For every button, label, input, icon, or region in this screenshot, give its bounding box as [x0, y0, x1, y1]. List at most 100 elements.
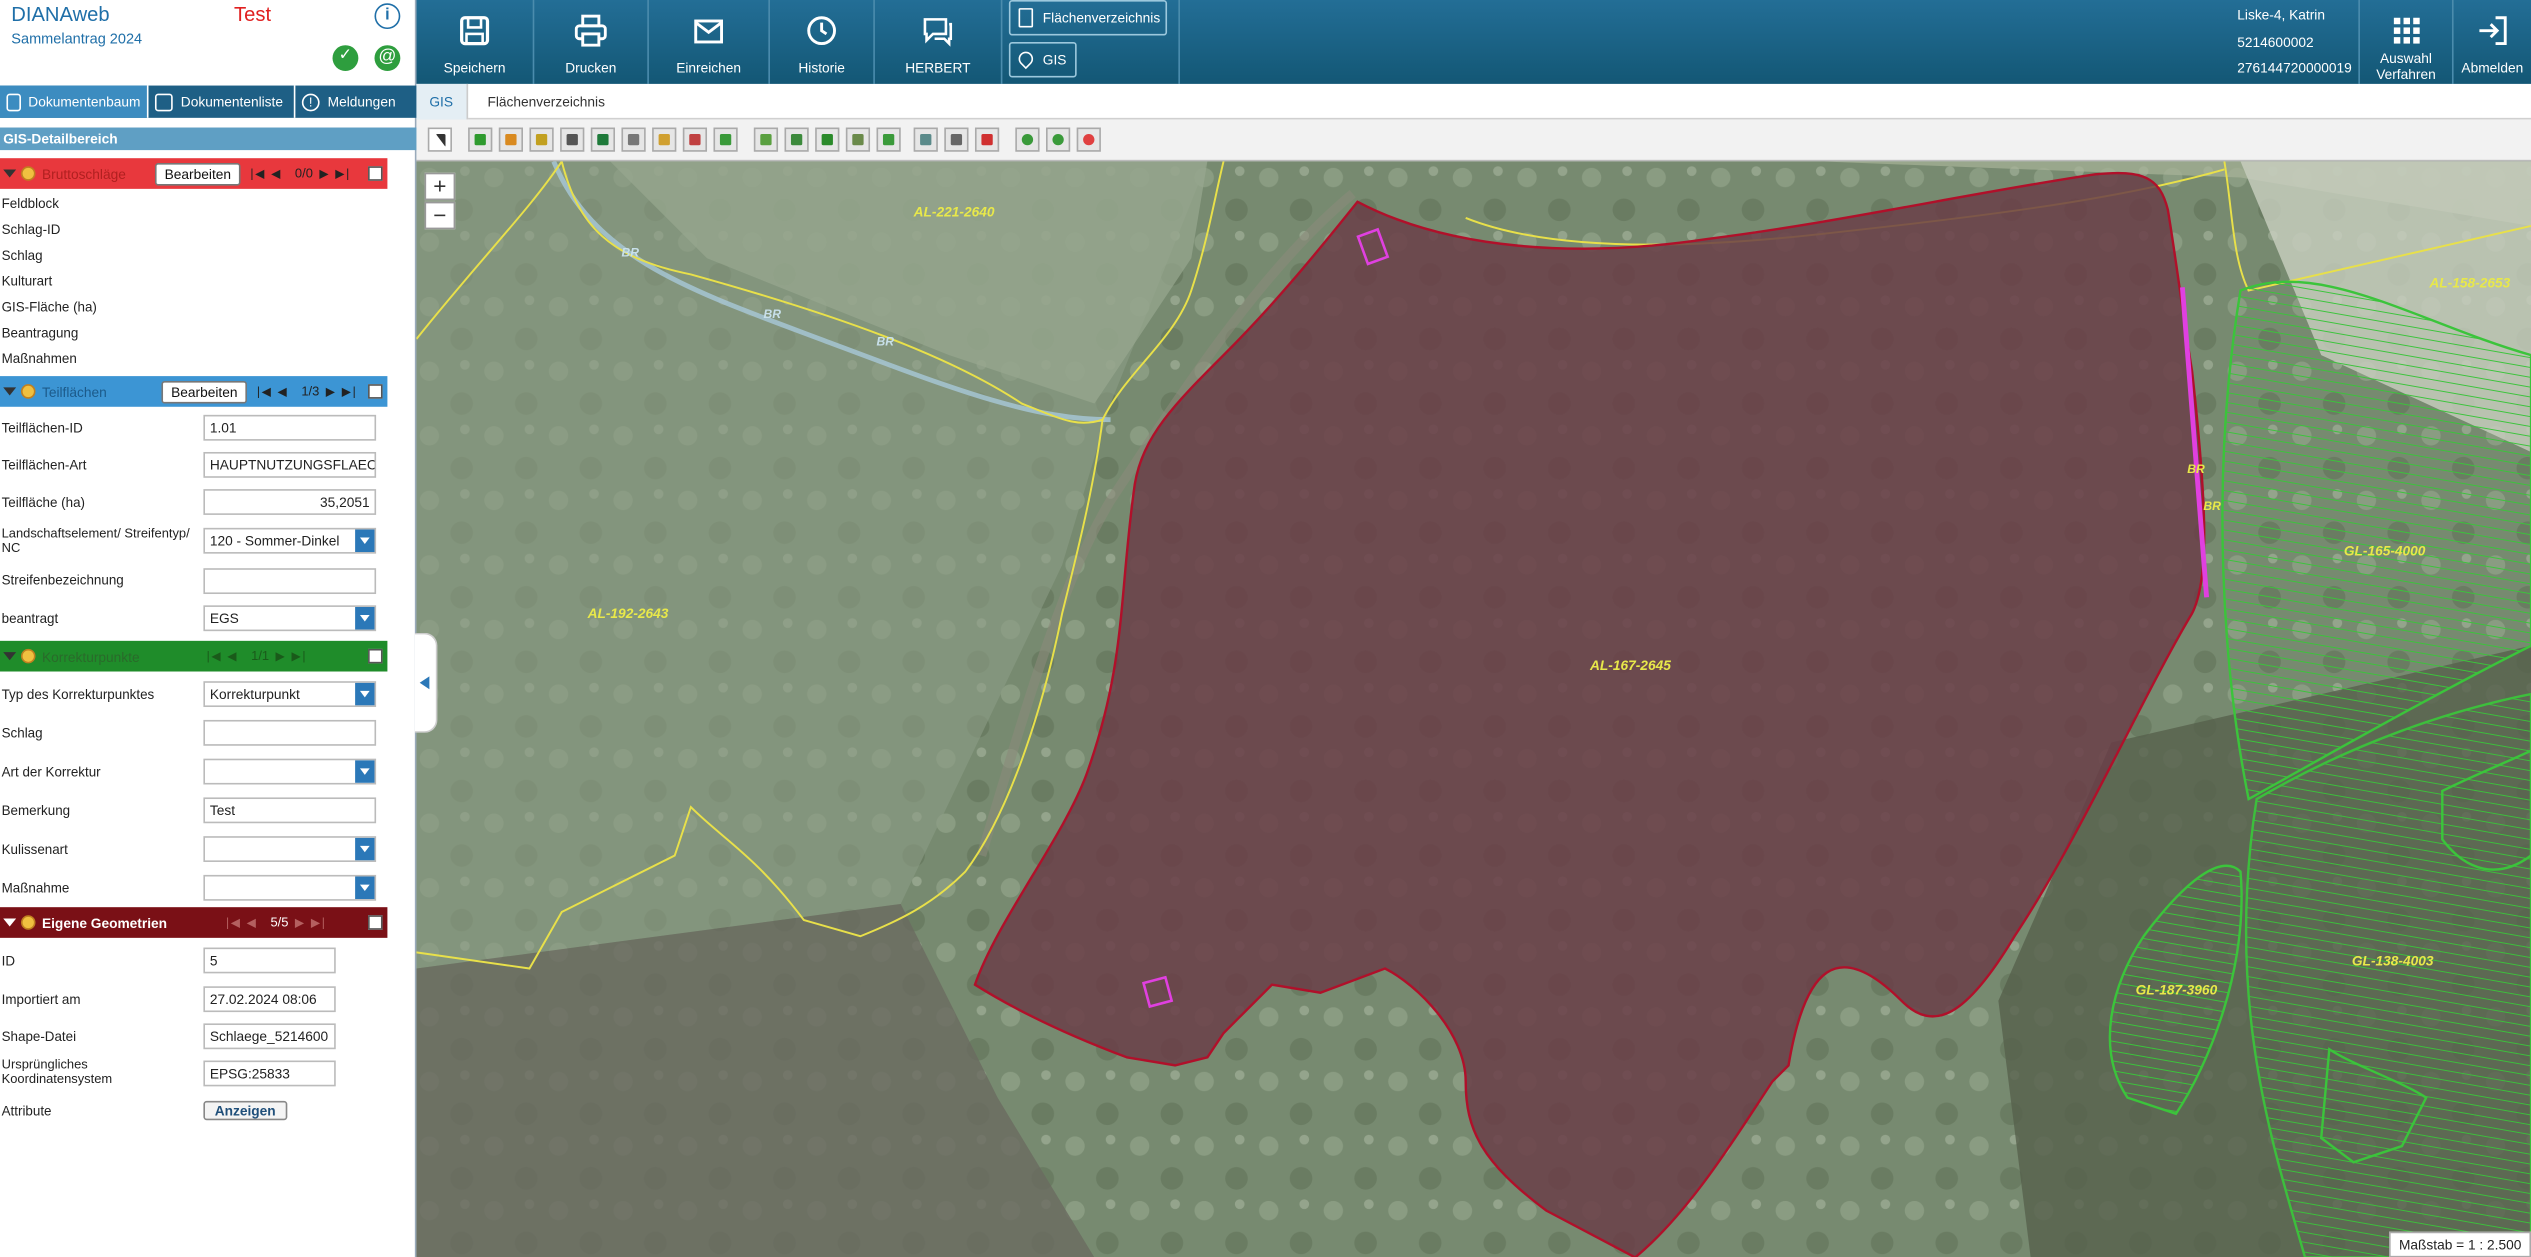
delete-icon[interactable] — [621, 127, 646, 152]
collapse-arrow-icon[interactable] — [3, 918, 17, 927]
nav-next-last-icons[interactable]: ▶ ▶| — [326, 384, 358, 399]
collapse-sidebar-handle[interactable] — [414, 632, 438, 733]
record-counter: 1/1 — [251, 648, 270, 664]
collapse-arrow-icon[interactable] — [3, 387, 17, 396]
art-korrektur-select[interactable] — [203, 758, 377, 785]
zoom-out-button[interactable]: − — [424, 201, 456, 230]
section-korrekturpunkte[interactable]: Korrekturpunkte |◀ ◀ 1/1 ▶ ▶| — [0, 640, 388, 672]
layer-copy-icon[interactable] — [815, 127, 840, 152]
edit-button[interactable]: Bearbeiten — [154, 162, 241, 185]
undo-icon[interactable] — [1015, 127, 1040, 152]
zoom-in-button[interactable]: + — [424, 172, 456, 201]
select-checkbox[interactable] — [368, 166, 383, 181]
speichern-button[interactable]: Speichern — [416, 0, 535, 84]
dropdown-icon[interactable] — [355, 529, 375, 553]
move-icon[interactable] — [713, 127, 738, 152]
record-counter: 1/3 — [301, 384, 320, 399]
nav-first-prev-icons[interactable]: |◀ ◀ — [226, 915, 258, 930]
teilflaechen-id-field[interactable]: 1.01 — [203, 414, 377, 441]
nav-first-prev-icons[interactable]: |◀ ◀ — [250, 166, 282, 181]
check-icon[interactable]: ✓ — [332, 45, 359, 72]
abmelden-button[interactable]: Abmelden — [2454, 0, 2531, 84]
magnifier-icon[interactable] — [20, 915, 36, 930]
layer-add-icon[interactable] — [753, 127, 779, 152]
select-checkbox[interactable] — [368, 384, 383, 399]
layer-down-icon[interactable] — [876, 127, 901, 152]
layer-edit-icon[interactable] — [845, 127, 871, 152]
split-icon[interactable] — [682, 127, 708, 152]
map-canvas[interactable] — [416, 161, 2531, 1257]
gis-button[interactable]: GIS — [1008, 41, 1077, 78]
dropdown-icon[interactable] — [355, 606, 375, 630]
historie-button[interactable]: Historie — [770, 0, 875, 84]
nav-next-last-icons[interactable]: ▶ ▶| — [295, 915, 327, 930]
main-toolbar: Speichern Drucken Einreichen Historie HE… — [416, 0, 2531, 84]
nav-first-prev-icons[interactable]: |◀ ◀ — [207, 649, 239, 664]
teilflaechen-art-field[interactable]: HAUPTNUTZUNGSFLAECHE — [203, 451, 377, 478]
shape-datei-field[interactable]: Schlaege_5214600 — [203, 1023, 336, 1050]
merge-icon[interactable] — [590, 127, 616, 152]
tab-dokumentenbaum[interactable]: Dokumentenbaum — [0, 85, 149, 118]
pencil-icon[interactable] — [529, 127, 554, 152]
kulissenart-select[interactable] — [203, 836, 377, 862]
korrekturpunkt-typ-select[interactable]: Korrekturpunkt — [203, 681, 377, 708]
section-teilflaechen[interactable]: Teilflächen Bearbeiten |◀ ◀ 1/3 ▶ ▶| — [0, 376, 388, 407]
anzeigen-button[interactable]: Anzeigen — [203, 1100, 287, 1121]
layer-up-icon[interactable] — [784, 127, 809, 152]
measure-icon[interactable] — [913, 127, 938, 152]
herbert-button[interactable]: HERBERT — [875, 0, 1003, 84]
dropdown-icon[interactable] — [355, 837, 375, 861]
teilflaeche-ha-field[interactable]: 35,2051 — [203, 489, 377, 515]
dropdown-icon[interactable] — [355, 876, 375, 900]
select-checkbox[interactable] — [368, 648, 383, 664]
koordinatensystem-field[interactable]: EPSG:25833 — [203, 1060, 336, 1087]
select-checkbox[interactable] — [368, 915, 383, 930]
tab-meldungen[interactable]: ! Meldungen — [295, 86, 416, 118]
magnifier-icon[interactable] — [20, 166, 36, 181]
draw-line-icon[interactable] — [652, 127, 677, 152]
alert-icon: ! — [301, 92, 320, 111]
info-icon[interactable]: i — [374, 3, 401, 30]
dropdown-icon[interactable] — [355, 760, 375, 783]
redo-icon[interactable] — [1046, 127, 1071, 152]
select-arrow-icon[interactable] — [427, 127, 452, 152]
drucken-button[interactable]: Drucken — [534, 0, 649, 84]
magnifier-icon[interactable] — [20, 384, 36, 399]
section-eigene-geometrien[interactable]: Eigene Geometrien |◀ ◀ 5/5 ▶ ▶| — [0, 907, 388, 938]
importiert-am-field[interactable]: 27.02.2024 08:06 — [203, 986, 336, 1013]
beantragt-select[interactable]: EGS — [203, 605, 377, 632]
collapse-arrow-icon[interactable] — [3, 652, 17, 661]
edit-button[interactable]: Bearbeiten — [161, 380, 248, 403]
at-icon[interactable]: @ — [374, 45, 401, 72]
nav-first-prev-icons[interactable]: |◀ ◀ — [257, 384, 289, 399]
tab-flaechenverzeichnis[interactable]: Flächenverzeichnis — [475, 84, 618, 120]
korr-schlag-field[interactable] — [203, 719, 377, 746]
flaechenverzeichnis-button[interactable]: Flächenverzeichnis — [1008, 0, 1168, 36]
massnahme-select[interactable] — [203, 874, 377, 901]
gis-map[interactable]: AL-221-2640 AL-192-2643 AL-167-2645 AL-1… — [416, 161, 2531, 1257]
geometrie-id-field[interactable]: 5 — [203, 947, 336, 974]
bemerkung-field[interactable]: Test — [203, 797, 377, 824]
nav-next-last-icons[interactable]: ▶ ▶| — [276, 649, 308, 664]
add-polygon-icon[interactable] — [468, 127, 493, 152]
list-icon[interactable] — [944, 127, 969, 152]
cut-icon[interactable] — [560, 127, 585, 152]
field-row: Schlag-ID — [0, 222, 387, 252]
cancel-icon[interactable] — [1076, 127, 1101, 152]
field-label: Schlag — [1, 246, 43, 264]
tab-dokumentenliste[interactable]: Dokumentenliste — [149, 85, 296, 118]
dropdown-icon[interactable] — [355, 682, 375, 706]
magnifier-icon[interactable] — [20, 648, 36, 664]
edit-polygon-icon[interactable] — [498, 127, 524, 152]
einreichen-button[interactable]: Einreichen — [649, 0, 770, 84]
river-label: BR — [2203, 498, 2221, 514]
nav-next-last-icons[interactable]: ▶ ▶| — [319, 166, 351, 181]
auswahl-verfahren-button[interactable]: Auswahl Verfahren — [2358, 0, 2454, 84]
collapse-arrow-icon[interactable] — [3, 169, 17, 178]
tab-gis[interactable]: GIS — [416, 83, 468, 120]
landschaftselement-select[interactable]: 120 - Sommer-Dinkel — [203, 527, 377, 554]
folder-icon — [6, 92, 21, 111]
magnet-icon[interactable] — [974, 127, 1000, 152]
section-bruttoschlaege[interactable]: Bruttoschläge Bearbeiten |◀ ◀ 0/0 ▶ ▶| — [0, 158, 388, 189]
streifenbezeichnung-field[interactable] — [203, 568, 377, 595]
